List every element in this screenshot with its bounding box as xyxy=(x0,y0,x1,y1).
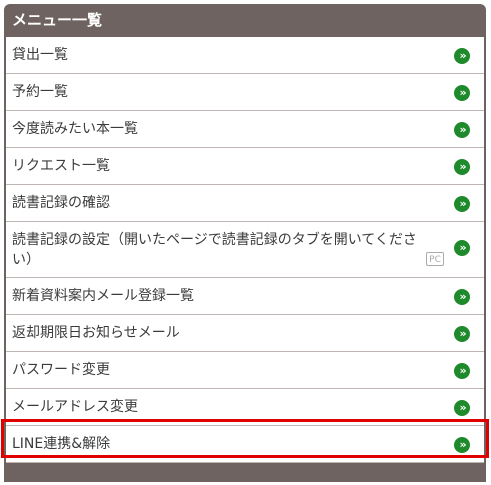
menu-item-due-date-mail[interactable]: 返却期限日お知らせメール » xyxy=(6,315,484,352)
menu-item-loans[interactable]: 貸出一覧 » xyxy=(6,37,484,74)
menu-item-label: パスワード変更 xyxy=(12,362,110,378)
chevron-double-right-icon: » xyxy=(454,289,470,305)
menu-item-reservations[interactable]: 予約一覧 » xyxy=(6,74,484,111)
menu-item-label: 返却期限日お知らせメール xyxy=(12,325,180,341)
chevron-double-right-icon: » xyxy=(454,159,470,175)
menu-item-requests[interactable]: リクエスト一覧 » xyxy=(6,148,484,185)
chevron-double-right-icon: » xyxy=(454,326,470,342)
menu-item-label: 読書記録の確認 xyxy=(12,195,110,211)
menu-item-label: 今度読みたい本一覧 xyxy=(12,121,138,137)
menu-item-reading-record-settings[interactable]: 読書記録の設定（開いたページで読書記録のタブを開いてください） PC » xyxy=(6,222,484,278)
menu-item-label: 新着資料案内メール登録一覧 xyxy=(12,288,194,304)
menu-item-password-change[interactable]: パスワード変更 » xyxy=(6,352,484,389)
chevron-double-right-icon: » xyxy=(454,363,470,379)
pc-badge-icon: PC xyxy=(426,252,444,266)
menu-item-label: LINE連携&解除 xyxy=(12,436,111,452)
menu-item-label: メールアドレス変更 xyxy=(12,399,138,415)
menu-item-label: 予約一覧 xyxy=(12,84,68,100)
chevron-double-right-icon: » xyxy=(454,400,470,416)
menu-item-label: リクエスト一覧 xyxy=(12,158,110,174)
menu-item-email-change[interactable]: メールアドレス変更 » xyxy=(6,389,484,426)
menu-item-wishlist[interactable]: 今度読みたい本一覧 » xyxy=(6,111,484,148)
menu-list: 貸出一覧 » 予約一覧 » 今度読みたい本一覧 » リクエスト一覧 » 読書記録… xyxy=(6,37,484,463)
chevron-double-right-icon: » xyxy=(454,437,470,453)
menu-item-label: 読書記録の設定（開いたページで読書記録のタブを開いてください） xyxy=(12,232,417,268)
menu-panel: メニュー一覧 貸出一覧 » 予約一覧 » 今度読みたい本一覧 » リクエスト一覧… xyxy=(4,4,486,482)
menu-item-line-link[interactable]: LINE連携&解除 » xyxy=(6,426,484,463)
chevron-double-right-icon: » xyxy=(454,122,470,138)
chevron-double-right-icon: » xyxy=(454,196,470,212)
menu-item-reading-record[interactable]: 読書記録の確認 » xyxy=(6,185,484,222)
menu-title: メニュー一覧 xyxy=(12,11,103,29)
menu-item-new-arrivals-mail[interactable]: 新着資料案内メール登録一覧 » xyxy=(6,278,484,315)
chevron-double-right-icon: » xyxy=(454,240,470,256)
menu-item-label: 貸出一覧 xyxy=(12,47,68,63)
chevron-double-right-icon: » xyxy=(454,85,470,101)
chevron-double-right-icon: » xyxy=(454,48,470,64)
